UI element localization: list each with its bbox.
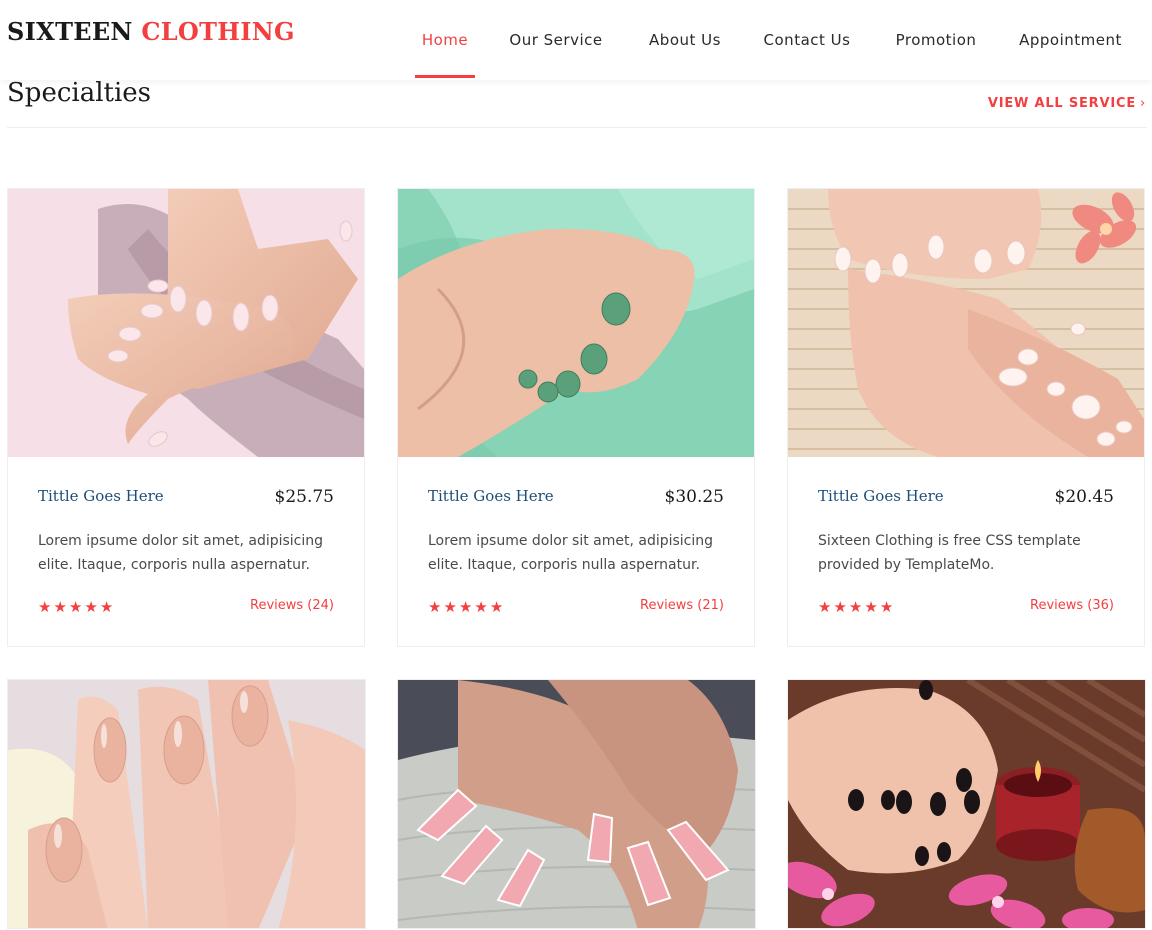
star-rating: ★★★★★	[428, 598, 505, 616]
product-image[interactable]	[398, 189, 754, 457]
star-icon: ★	[818, 598, 834, 616]
nav-contact-us[interactable]: Contact Us	[761, 0, 853, 80]
card-body: Tittle Goes Here $30.25 Lorem ipsume dol…	[398, 457, 754, 646]
product-price: $20.45	[1054, 487, 1114, 507]
star-icon: ★	[84, 598, 100, 616]
product-card	[7, 679, 366, 929]
star-icon: ★	[428, 598, 444, 616]
view-all-service-link[interactable]: VIEW ALL SERVICE ›	[988, 96, 1146, 111]
logo-main: SIXTEEN	[7, 17, 133, 46]
star-icon: ★	[848, 598, 865, 616]
card-body: Tittle Goes Here $25.75 Lorem ipsume dol…	[8, 457, 364, 646]
star-rating: ★★★★★	[38, 598, 115, 616]
product-card	[397, 679, 756, 929]
product-image[interactable]	[8, 189, 364, 457]
product-card	[787, 679, 1146, 929]
reviews-link[interactable]: Reviews (36)	[1030, 598, 1114, 613]
product-card: Tittle Goes Here $30.25 Lorem ipsume dol…	[397, 188, 755, 647]
nav-promotion[interactable]: Promotion	[893, 0, 979, 80]
logo-accent: CLOTHING	[141, 17, 295, 46]
star-icon: ★	[53, 598, 69, 616]
nav-home[interactable]: Home	[415, 0, 475, 80]
product-image[interactable]	[788, 189, 1144, 457]
product-card: Tittle Goes Here $25.75 Lorem ipsume dol…	[7, 188, 365, 647]
chevron-right-icon: ›	[1140, 96, 1146, 111]
nav-our-service[interactable]: Our Service	[506, 0, 606, 80]
nav-about-us[interactable]: About Us	[645, 0, 725, 80]
star-icon: ★	[38, 598, 54, 616]
product-image[interactable]	[398, 680, 755, 929]
star-icon: ★	[458, 598, 475, 616]
nav-appointment[interactable]: Appointment	[1017, 0, 1124, 80]
reviews-link[interactable]: Reviews (21)	[640, 598, 724, 613]
product-card: Tittle Goes Here $20.45 Sixteen Clothing…	[787, 188, 1145, 647]
star-icon: ★	[489, 598, 506, 616]
section-divider	[7, 127, 1147, 128]
star-icon: ★	[879, 598, 896, 616]
star-icon: ★	[864, 598, 880, 616]
top-navbar: SIXTEEN CLOTHING Home Our Service About …	[0, 0, 1152, 80]
product-description: Sixteen Clothing is free CSS template pr…	[818, 533, 1081, 573]
view-all-label: VIEW ALL SERVICE	[987, 96, 1136, 111]
reviews-link[interactable]: Reviews (24)	[250, 598, 334, 613]
site-logo[interactable]: SIXTEEN CLOTHING	[7, 16, 295, 48]
product-price: $30.25	[664, 487, 724, 507]
section-title: Specialties	[7, 78, 152, 108]
product-price: $25.75	[274, 487, 334, 507]
star-icon: ★	[474, 598, 490, 616]
star-icon: ★	[833, 598, 849, 616]
star-icon: ★	[68, 598, 85, 616]
product-image[interactable]	[788, 680, 1145, 929]
product-image[interactable]	[8, 680, 365, 929]
product-description: Lorem ipsume dolor sit amet, adipisicing…	[428, 533, 714, 573]
product-description: Lorem ipsume dolor sit amet, adipisicing…	[38, 533, 324, 573]
product-title[interactable]: Tittle Goes Here	[818, 487, 944, 505]
star-icon: ★	[443, 598, 459, 616]
product-title[interactable]: Tittle Goes Here	[428, 487, 554, 505]
card-body: Tittle Goes Here $20.45 Sixteen Clothing…	[788, 457, 1144, 646]
star-rating: ★★★★★	[818, 598, 895, 616]
product-title[interactable]: Tittle Goes Here	[38, 487, 164, 505]
star-icon: ★	[99, 598, 116, 616]
